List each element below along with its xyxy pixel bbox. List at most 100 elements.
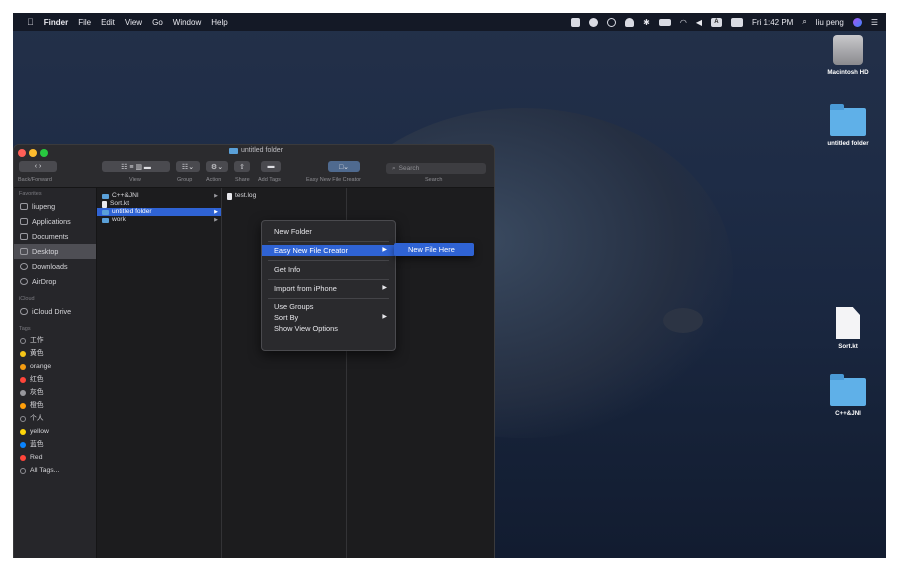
menu-window[interactable]: Window	[173, 18, 201, 27]
desktop-icon-label: Sort.kt	[838, 343, 858, 350]
sidebar-tag-yellow[interactable]: yellow	[14, 425, 96, 438]
clock[interactable]: Fri 1:42 PM	[752, 18, 793, 27]
sidebar-item-airdrop[interactable]: AirDrop	[14, 274, 96, 289]
bluetooth-icon[interactable]: ✱	[643, 18, 650, 27]
sidebar: Favorites liupeng Applications Documents…	[14, 188, 97, 558]
sidebar-item-documents[interactable]: Documents	[14, 229, 96, 244]
screen-icon[interactable]	[571, 17, 581, 27]
search-label: Search	[425, 177, 443, 183]
tag-dot	[20, 441, 26, 448]
siri-icon[interactable]	[852, 17, 862, 27]
desktop-icon-label: untitled folder	[827, 140, 869, 147]
user-name[interactable]: liu peng	[816, 18, 844, 27]
menu-item-import-from-iphone[interactable]: Import from iPhone ▶	[262, 283, 395, 294]
tag-label: yellow	[30, 428, 49, 435]
sidebar-item-label: Documents	[32, 232, 69, 241]
sidebar-item-desktop[interactable]: Desktop	[14, 244, 96, 259]
tag-dot	[20, 389, 26, 396]
finder-window: untitled folder ‹ › Back/Forward ☷ ≡ ▥ ▬…	[13, 144, 495, 558]
desktop-icon-label: C++&JNI	[835, 410, 861, 417]
tag-label: 橙色	[30, 402, 44, 409]
list-item-label: work	[112, 216, 126, 223]
action-button[interactable]: ⚙⌄	[206, 161, 228, 172]
view-label: View	[129, 177, 141, 183]
menu-help[interactable]: Help	[211, 18, 227, 27]
input-a-icon[interactable]: A	[710, 17, 722, 27]
desktop-icon-macintosh-hd[interactable]: Macintosh HD	[818, 35, 878, 76]
search-icon[interactable]: ⌕	[802, 17, 806, 27]
sidebar-item-downloads[interactable]: Downloads	[14, 259, 96, 274]
sidebar-tag-personal[interactable]: 个人	[14, 412, 96, 425]
list-icon[interactable]: ☰	[871, 18, 878, 27]
sidebar-tag-orange-cn[interactable]: 橙色	[14, 399, 96, 412]
group-label: Group	[177, 177, 193, 183]
sidebar-tag-red-cn[interactable]: 红色	[14, 373, 96, 386]
menu-file[interactable]: File	[78, 18, 91, 27]
bell-icon[interactable]	[625, 17, 635, 27]
chevron-right-icon: ▶	[382, 285, 387, 291]
sidebar-header-tags: Tags	[19, 326, 31, 332]
folder-icon	[102, 209, 109, 215]
menu-separator	[268, 279, 389, 280]
search-icon: ⌕	[392, 164, 396, 172]
back-forward-button[interactable]: ‹ ›	[19, 161, 57, 172]
sidebar-item-label: Downloads	[32, 262, 68, 271]
context-menu: New Folder Easy New File Creator ▶ Get I…	[261, 220, 396, 351]
list-item-cpp-jni[interactable]: C++&JNI ▶	[97, 192, 221, 200]
apple-menu-icon[interactable]: 	[27, 17, 34, 27]
sidebar-item-label: Applications	[32, 217, 71, 226]
wechat-icon[interactable]	[589, 17, 599, 27]
sidebar-tag-orange[interactable]: orange	[14, 360, 96, 373]
list-item-untitled-folder[interactable]: untitled folder ▶	[97, 208, 221, 216]
minimize-button[interactable]	[29, 149, 37, 157]
sidebar-tag-blue-cn[interactable]: 蓝色	[14, 438, 96, 451]
zoom-button[interactable]	[40, 149, 48, 157]
sidebar-tag-all-tags[interactable]: All Tags...	[14, 464, 96, 477]
tag-label: 红色	[30, 376, 44, 383]
menu-item-get-info[interactable]: Get Info	[262, 264, 395, 275]
wifi-icon[interactable]: ◠	[680, 18, 687, 27]
ime-icon[interactable]	[730, 17, 743, 27]
menu-edit[interactable]: Edit	[101, 18, 115, 27]
list-item-sort-kt[interactable]: Sort.kt	[97, 200, 221, 208]
list-item-work[interactable]: work ▶	[97, 216, 221, 224]
sidebar-item-icloud-drive[interactable]: iCloud Drive	[14, 304, 96, 319]
list-item-label: test.log	[235, 192, 257, 199]
submenu-item-new-file-here[interactable]: New File Here	[394, 243, 474, 256]
close-button[interactable]	[18, 149, 26, 157]
sidebar-tag-yellow-cn[interactable]: 黄色	[14, 347, 96, 360]
menu-item-sort-by[interactable]: Sort By ▶	[262, 312, 395, 323]
share-button[interactable]: ⇧	[234, 161, 250, 172]
desktop-icon-cpp-jni[interactable]: C++&JNI	[818, 374, 878, 417]
sidebar-tag-red[interactable]: Red	[14, 451, 96, 464]
search-input[interactable]: ⌕ Search	[386, 163, 486, 174]
desktop-icon-label: Macintosh HD	[827, 69, 869, 76]
desktop-icon-untitled-folder[interactable]: untitled folder	[813, 104, 883, 147]
volume-icon[interactable]: ◀	[696, 18, 702, 27]
battery-icon[interactable]	[658, 18, 671, 26]
menu-finder[interactable]: Finder	[44, 18, 68, 27]
group-button[interactable]: ☷⌄	[176, 161, 200, 172]
view-buttons[interactable]: ☷ ≡ ▥ ▬	[102, 161, 170, 172]
chevron-right-icon: ▶	[214, 209, 218, 215]
time-machine-icon[interactable]	[607, 17, 617, 27]
desktop-icon-sort-kt[interactable]: Sort.kt	[818, 307, 878, 350]
menu-item-show-view-options[interactable]: Show View Options	[262, 323, 395, 334]
menu-item-use-groups[interactable]: Use Groups	[262, 301, 395, 312]
chevron-right-icon: ▶	[382, 247, 387, 253]
folder-icon	[102, 193, 109, 199]
menu-item-easy-new-file-creator[interactable]: Easy New File Creator ▶	[262, 245, 395, 256]
sidebar-item-liupeng[interactable]: liupeng	[14, 199, 96, 214]
action-label: Action	[206, 177, 222, 183]
menu-view[interactable]: View	[125, 18, 142, 27]
menu-go[interactable]: Go	[152, 18, 163, 27]
tag-dot	[20, 428, 26, 435]
sidebar-item-applications[interactable]: Applications	[14, 214, 96, 229]
list-item-test-log[interactable]: test.log	[222, 192, 346, 200]
sidebar-tag-work[interactable]: 工作	[14, 334, 96, 347]
add-tags-button[interactable]: ▬	[261, 161, 281, 172]
menu-item-new-folder[interactable]: New Folder	[262, 226, 395, 237]
sidebar-item-label: liupeng	[32, 202, 56, 211]
sidebar-tag-gray-cn[interactable]: 灰色	[14, 386, 96, 399]
easy-new-file-creator-button[interactable]: □⌄	[328, 161, 360, 172]
